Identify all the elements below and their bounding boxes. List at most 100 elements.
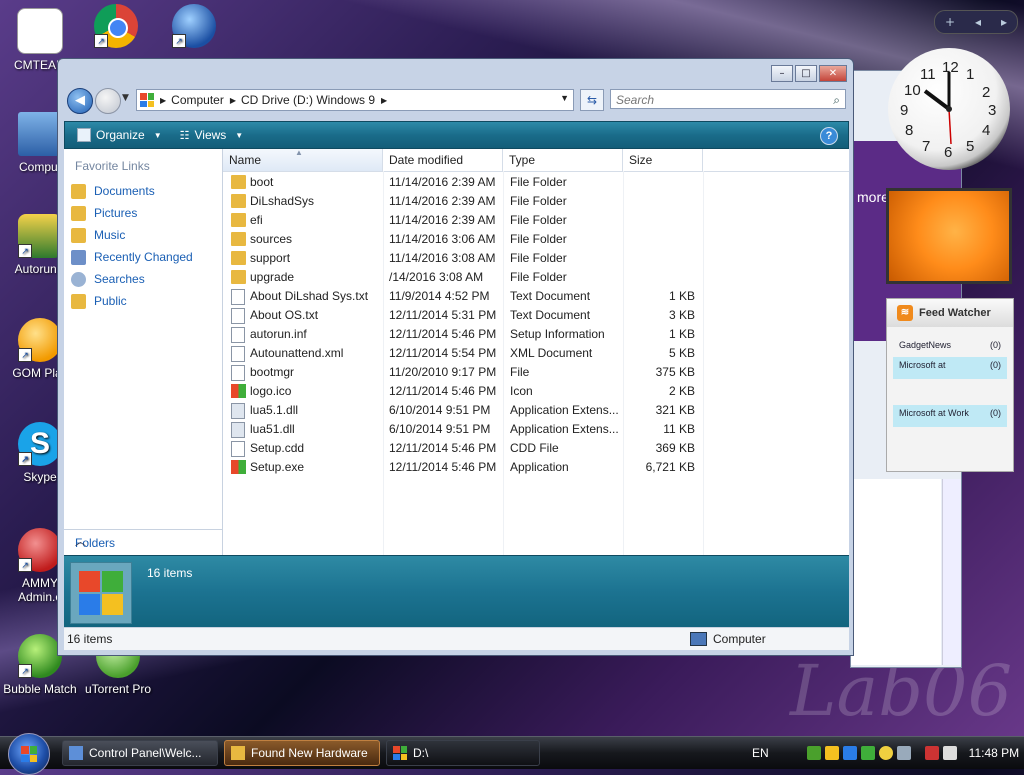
folders-toggle[interactable]: Folders ︿ [64,529,222,554]
refresh-button[interactable]: ⇆ [580,89,604,111]
recent-pages-dropdown-icon[interactable]: ▼ [122,93,129,103]
file-row[interactable]: Setup.cdd 12/11/2014 5:46 PM CDD File 369 K… [223,439,703,458]
search-icon[interactable]: ⌕ [833,90,840,110]
recently-changed-icon [71,249,86,265]
file-size: 369 KB [655,441,695,455]
address-bar[interactable]: ▶ Computer ▶ CD Drive (D:) Windows 9 ▶ ▼ [136,89,574,111]
sidebar-item-public[interactable]: Public [71,291,127,311]
computer-icon [690,632,707,646]
organize-button[interactable]: Organize ▼ [77,128,162,142]
clock-number: 5 [966,138,975,155]
slideshow-gadget[interactable] [886,188,1012,284]
file-file-icon [231,365,245,381]
network-tray-icon[interactable] [806,746,821,760]
sidebar-item-pictures[interactable]: Pictures [71,203,137,223]
security-tray-icon[interactable] [842,746,857,760]
file-name: bootmgr [250,365,295,379]
column-header-name[interactable]: ▲ Name [223,148,383,171]
file-row[interactable]: lua5.1.dll 6/10/2014 9:51 PM Application E… [223,401,703,420]
feed-item[interactable]: GadgetNews (0) [893,337,1007,353]
smiley-tray-icon[interactable] [878,746,893,760]
file-type: Setup Information [510,327,605,341]
desktop-icon-globe[interactable]: ↗ [154,4,234,52]
clock-time[interactable]: 11:48 PM [969,746,1019,760]
file-row[interactable]: lua51.dll 6/10/2014 9:51 PM Application Ex… [223,420,703,439]
next-gadget-icon[interactable]: ▸ [1001,15,1007,29]
file-row[interactable]: logo.ico 12/11/2014 5:46 PM Icon 2 KB [223,382,703,401]
feed-watcher-gadget[interactable]: ≋ Feed Watcher GadgetNews (0) Microsoft a… [886,298,1014,472]
network-disconnected-tray-icon[interactable] [924,746,939,760]
clock-number: 6 [944,144,953,161]
file-row[interactable]: support 11/14/2016 3:08 AM File Folder [223,249,703,268]
file-name: lua51.dll [250,422,295,436]
clock-number: 4 [982,122,991,139]
column-header-date[interactable]: Date modified [383,149,503,171]
taskbar-item-found-new-hardware[interactable]: Found New Hardware [224,740,380,766]
feed-item[interactable]: Microsoft at Work (0) [893,405,1007,427]
update-tray-icon[interactable] [860,746,875,760]
file-name: Setup.cdd [250,441,305,455]
column-divider [703,171,704,555]
clock-number: 8 [905,122,914,139]
file-row[interactable]: upgrade/14/2016 3:08 AM File Folder [223,268,703,287]
taskbar: Control Panel\Welc... Found New Hardware… [0,733,1024,775]
file-row[interactable]: DiLshadSys 11/14/2016 2:39 AM File Folder [223,192,703,211]
sidebar-item-recently-changed[interactable]: Recently Changed [71,247,193,267]
file-row[interactable]: Autounattend.xml 12/11/2014 5:54 PM XML Do… [223,344,703,363]
desktop-icon-chrome[interactable]: ↗ [76,4,156,52]
folder-icon [231,213,246,227]
forward-button[interactable] [95,88,121,114]
device-tray-icon[interactable] [896,746,911,760]
chevron-up-icon[interactable]: ︿ [75,533,214,549]
shield-tray-icon[interactable] [824,746,839,760]
address-dropdown-icon[interactable]: ▼ [560,93,569,103]
breadcrumb-separator-icon[interactable]: ▶ [160,96,166,105]
file-type: Application Extens... [510,403,619,417]
search-input[interactable]: Search ⌕ [610,89,846,109]
maximize-button[interactable]: □ [795,65,817,82]
file-file-icon [231,441,245,457]
sidebar-item-music[interactable]: Music [71,225,125,245]
logo-file-icon [231,384,246,398]
volume-tray-icon[interactable] [942,746,957,760]
computer-icon [18,112,62,156]
file-row[interactable]: sources 11/14/2016 3:06 AM File Folder [223,230,703,249]
add-gadget-icon[interactable]: + [945,15,955,29]
file-row[interactable]: autorun.inf 12/11/2014 5:46 PM Setup Infor… [223,325,703,344]
taskbar-item-control-panel[interactable]: Control Panel\Welc... [62,740,218,766]
sidebar-item-documents[interactable]: Documents [71,181,155,201]
file-row[interactable]: Setup.exe 12/11/2014 5:46 PM Application 6,… [223,458,703,477]
start-button[interactable] [8,733,50,775]
file-date: 12/11/2014 5:46 PM [389,327,497,341]
column-header-size[interactable]: Size [623,149,703,171]
file-row[interactable]: About DiLshad Sys.txt 11/9/2014 4:52 PM Te… [223,287,703,306]
help-button[interactable]: ? [820,127,838,145]
sidebar-gadget-controls[interactable]: + ◂ ▸ [934,10,1018,34]
previous-gadget-icon[interactable]: ◂ [975,15,981,29]
column-header-type[interactable]: Type [503,149,623,171]
vertical-scrollbar[interactable] [942,479,961,665]
pictures-folder-icon [71,205,86,221]
clock-gadget[interactable]: 12 1 2 3 4 5 6 7 8 9 10 11 [888,48,1010,170]
clock-number: 3 [988,102,997,119]
minimize-button[interactable]: – [771,65,793,82]
views-button[interactable]: ☷ Views ▼ [180,128,244,142]
sidebar-item-searches[interactable]: Searches [71,269,145,289]
breadcrumb-cd-drive[interactable]: CD Drive (D:) Windows 9 [241,93,375,107]
views-icon: ☷ [179,129,190,142]
language-indicator[interactable]: EN [752,746,769,760]
file-type: File Folder [510,194,567,208]
xml-file-icon [231,346,245,362]
breadcrumb-separator-icon[interactable]: ▶ [230,96,236,105]
file-row[interactable]: boot 11/14/2016 2:39 AM File Folder [223,173,703,192]
back-button[interactable]: ◀ [67,88,93,114]
explorer-window[interactable]: – □ ✕ ◀ ▼ ▶ Computer ▶ CD Drive (D:) Win… [57,58,854,656]
breadcrumb-separator-icon[interactable]: ▶ [381,96,387,105]
file-row[interactable]: bootmgr 11/20/2010 9:17 PM File 375 KB [223,363,703,382]
feed-item[interactable]: Microsoft at (0) [893,357,1007,379]
file-row[interactable]: About OS.txt 12/11/2014 5:31 PM Text Docum… [223,306,703,325]
breadcrumb-computer[interactable]: Computer [171,93,224,107]
close-button[interactable]: ✕ [819,65,847,82]
taskbar-item-drive-d[interactable]: D:\ [386,740,540,766]
file-row[interactable]: efi 11/14/2016 2:39 AM File Folder [223,211,703,230]
